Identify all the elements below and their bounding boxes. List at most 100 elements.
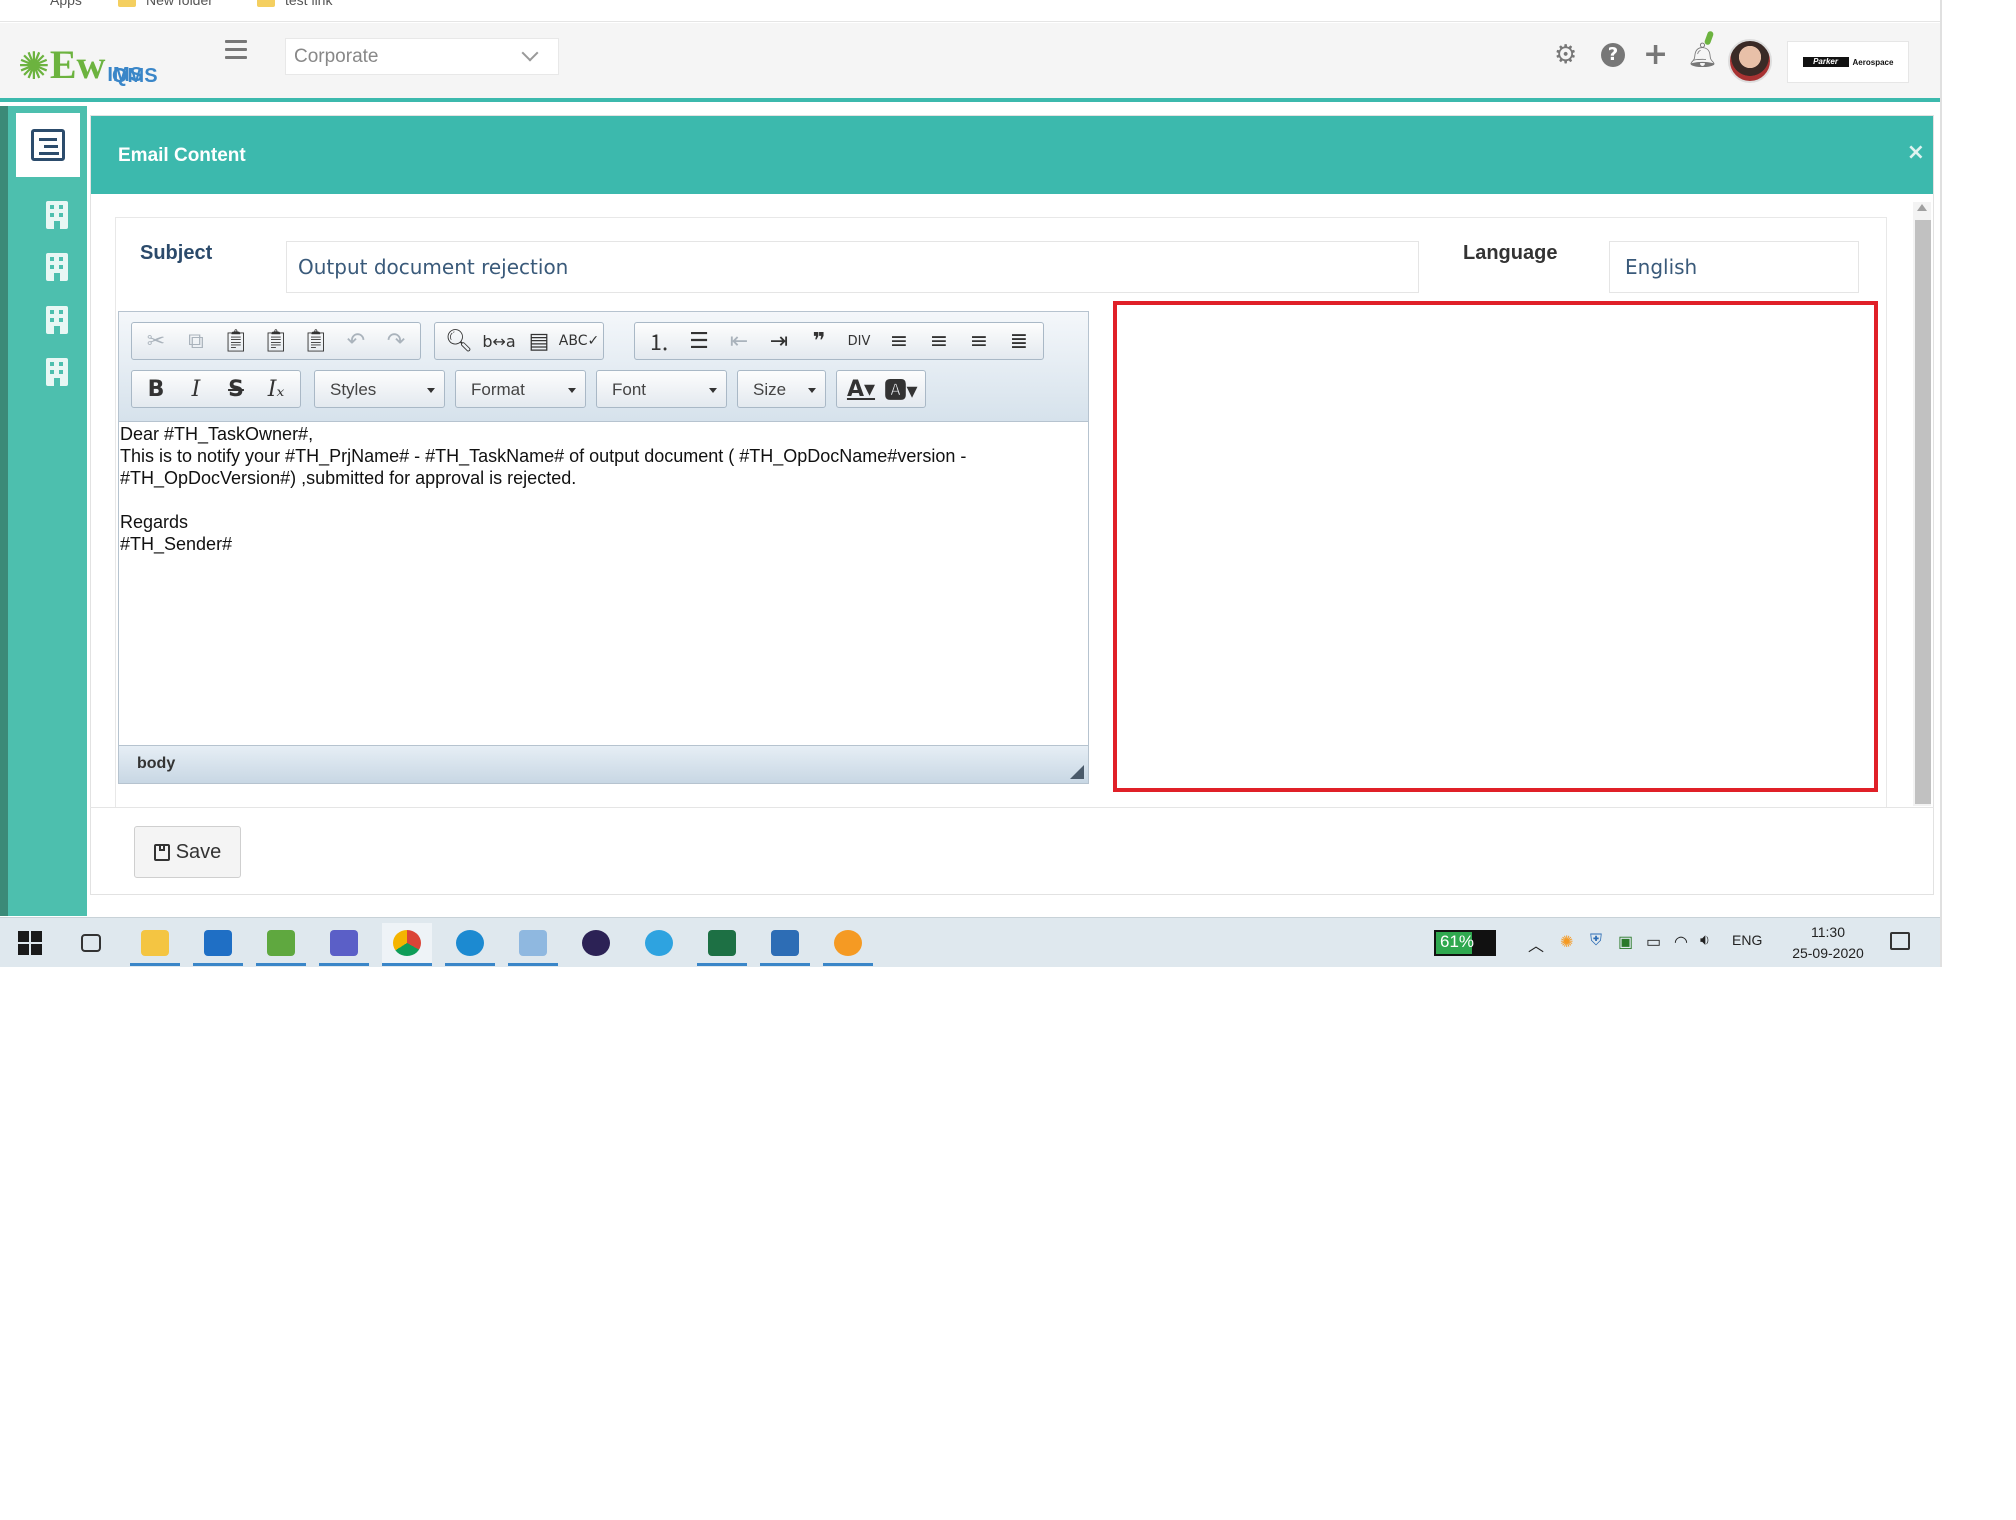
eclipse-icon[interactable]	[571, 923, 621, 963]
action-center-icon[interactable]	[1890, 932, 1910, 950]
scroll-thumb[interactable]	[1915, 220, 1931, 804]
size-combo[interactable]: Size	[737, 370, 826, 408]
dialog-header: Email Content ×	[91, 116, 1933, 194]
help-icon[interactable]: ?	[1601, 43, 1625, 67]
wifi-icon[interactable]: ◠	[1674, 932, 1688, 952]
orange-app-icon[interactable]	[823, 923, 873, 966]
site-select-value: Corporate	[294, 46, 379, 67]
task-view-icon[interactable]	[66, 923, 116, 963]
excel-icon[interactable]	[697, 923, 747, 966]
remove-format-icon[interactable]: Iₓ	[256, 372, 296, 406]
mail-icon[interactable]	[193, 923, 243, 966]
left-sidebar	[0, 106, 87, 916]
editor-body[interactable]: Dear #TH_TaskOwner#, This is to notify y…	[119, 423, 1088, 747]
security-app-icon[interactable]	[760, 923, 810, 966]
folder-icon	[118, 0, 136, 7]
system-clock[interactable]: 11:30 25-09-2020	[1788, 922, 1868, 964]
indent-icon[interactable]: ⇥	[759, 324, 799, 358]
justify-icon[interactable]: ≣	[999, 324, 1039, 358]
file-explorer-icon[interactable]	[130, 923, 180, 966]
font-combo-label: Font	[612, 380, 647, 399]
windows-start-icon[interactable]	[18, 931, 42, 955]
tray-app-icon[interactable]: ▣	[1618, 932, 1633, 952]
select-all-icon[interactable]: ▤	[519, 324, 559, 358]
paste-icon[interactable]: 📋︎	[216, 324, 256, 358]
styles-combo[interactable]: Styles	[314, 370, 445, 408]
paint-icon[interactable]	[508, 923, 558, 966]
scroll-up-icon[interactable]	[1917, 204, 1927, 211]
align-left-icon[interactable]: ≡	[879, 324, 919, 358]
teams-icon[interactable]	[319, 923, 369, 966]
chevron-up-icon[interactable]: ︿	[1528, 932, 1544, 956]
bulleted-list-icon[interactable]: ☰	[679, 324, 719, 358]
hierarchy-icon[interactable]	[16, 113, 80, 177]
blockquote-icon[interactable]: ❞	[799, 324, 839, 358]
body-line: #TH_OpDocVersion#) ,submitted for approv…	[120, 468, 577, 488]
bookmark-label: test link	[285, 0, 333, 8]
redo-icon[interactable]: ↷	[376, 324, 416, 358]
align-center-icon[interactable]: ≡	[919, 324, 959, 358]
input-language[interactable]: ENG	[1732, 932, 1762, 948]
bookmark-apps[interactable]: Apps	[22, 0, 82, 8]
logo-ew-text: Ew	[49, 42, 106, 87]
background-color-icon[interactable]: 🅰︎▾	[881, 372, 921, 406]
battery-tray-icon[interactable]: ▭	[1646, 932, 1661, 952]
close-icon[interactable]: ×	[1907, 140, 1925, 165]
strikethrough-icon[interactable]: S	[216, 372, 256, 406]
edge-icon[interactable]	[445, 923, 495, 966]
dialog-title: Email Content	[118, 145, 246, 166]
volume-icon[interactable]: 🔉︎	[1700, 932, 1710, 950]
bookmark-label: Apps	[50, 0, 82, 8]
footer-divider	[90, 807, 1934, 808]
site-select[interactable]: Corporate	[285, 38, 559, 75]
resize-handle-icon[interactable]	[1070, 765, 1084, 779]
align-right-icon[interactable]: ≡	[959, 324, 999, 358]
font-combo[interactable]: Font	[596, 370, 727, 408]
create-div-icon[interactable]: DIV	[839, 324, 879, 358]
dropdown-arrow-icon	[427, 388, 435, 393]
cut-icon[interactable]: ✂	[136, 324, 176, 358]
spellcheck-icon[interactable]: ABC✓	[559, 324, 599, 358]
company-division: Aerospace	[1852, 57, 1894, 67]
styles-combo-label: Styles	[330, 380, 377, 399]
chrome-icon[interactable]	[382, 923, 432, 966]
menu-toggle-icon[interactable]	[225, 40, 247, 64]
paste-text-icon[interactable]: 📋︎	[256, 324, 296, 358]
undo-icon[interactable]: ↶	[336, 324, 376, 358]
user-avatar[interactable]	[1728, 39, 1772, 83]
text-color-icon[interactable]: A▾	[841, 372, 881, 406]
subject-input[interactable]: Output document rejection	[286, 241, 1419, 293]
add-icon[interactable]: +	[1643, 40, 1668, 70]
bell-icon[interactable]: 🔔︎	[1687, 40, 1717, 70]
battery-indicator[interactable]: 61%	[1434, 930, 1496, 956]
building-icon[interactable]	[46, 253, 68, 281]
bookmark-new-folder[interactable]: New folder	[118, 0, 213, 8]
internet-explorer-icon[interactable]	[634, 923, 684, 963]
color-group: A▾ 🅰︎▾	[836, 370, 926, 408]
vertical-scrollbar[interactable]	[1913, 202, 1931, 806]
building-icon[interactable]	[46, 201, 68, 229]
language-input[interactable]: English	[1609, 241, 1859, 293]
clipboard-group: ✂ ⧉ 📋︎ 📋︎ 📋︎ ↶ ↷	[131, 322, 421, 360]
paste-word-icon[interactable]: 📋︎	[296, 324, 336, 358]
format-combo[interactable]: Format	[455, 370, 586, 408]
tray-app-icon[interactable]: ✺	[1560, 932, 1573, 952]
building-icon[interactable]	[46, 306, 68, 334]
element-path[interactable]: body	[137, 755, 175, 772]
save-button[interactable]: Save	[134, 826, 241, 878]
building-icon[interactable]	[46, 358, 68, 386]
bookmark-test-link[interactable]: test link	[257, 0, 332, 8]
replace-icon[interactable]: b↔a	[479, 324, 519, 358]
body-line: Dear #TH_TaskOwner#,	[120, 424, 314, 444]
numbered-list-icon[interactable]: ⒈	[639, 324, 679, 358]
copy-icon[interactable]: ⧉	[176, 324, 216, 358]
ewims-logo[interactable]: ✺ Ew IMS QMS	[18, 35, 158, 88]
find-icon[interactable]: 🔍︎	[439, 324, 479, 358]
bold-icon[interactable]: B	[136, 372, 176, 406]
gear-icon[interactable]: ⚙	[1554, 40, 1577, 70]
shield-icon[interactable]: ⛨	[1590, 932, 1602, 950]
chart-app-icon[interactable]	[256, 923, 306, 966]
outdent-icon[interactable]: ⇤	[719, 324, 759, 358]
bookmark-label: New folder	[146, 0, 213, 8]
italic-icon[interactable]: I	[176, 372, 216, 406]
